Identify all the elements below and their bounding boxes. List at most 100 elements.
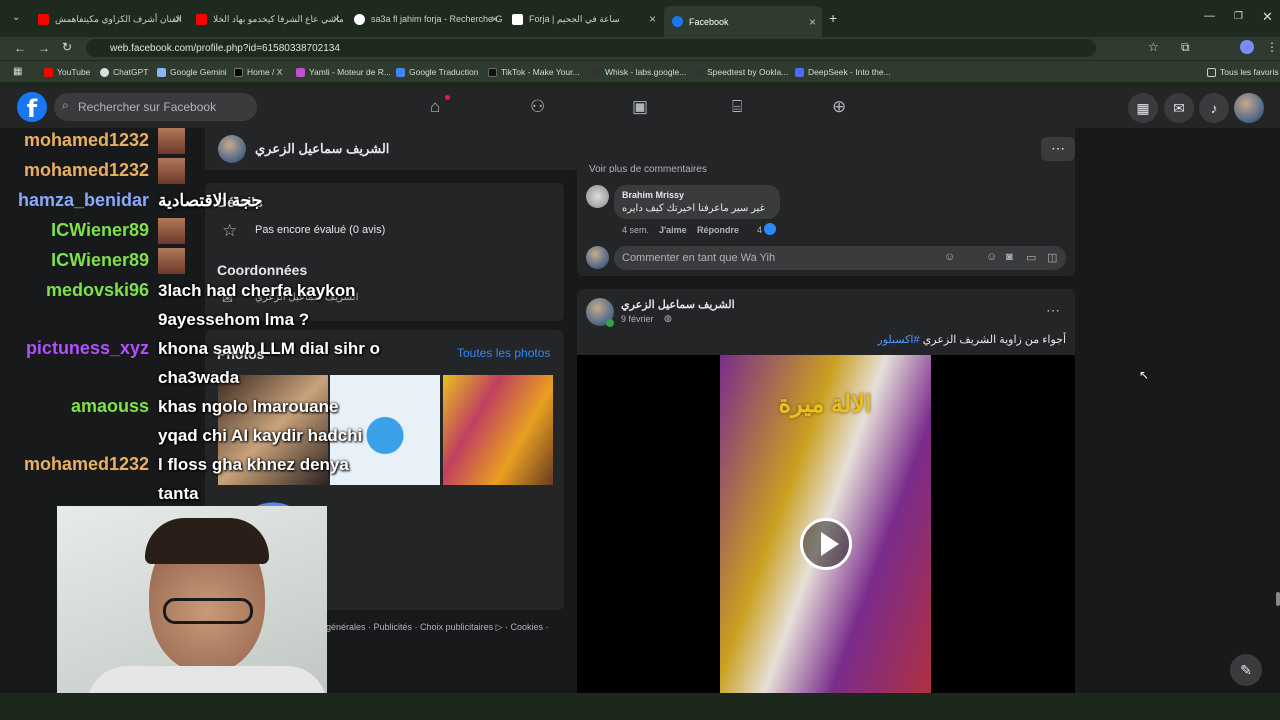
back-icon[interactable]: ← (14, 41, 26, 55)
bookmark-label: TikTok - Make Your... (501, 67, 580, 77)
post-date[interactable]: 9 février (621, 314, 654, 324)
comment-like-button[interactable]: J'aime (659, 225, 687, 235)
webcam-overlay (57, 506, 327, 706)
new-message-button[interactable]: ✎ (1230, 654, 1262, 686)
bookmark-star-icon[interactable]: ☆ (1148, 40, 1159, 54)
youtube-icon (38, 13, 49, 25)
bookmark-traduction[interactable]: Google Traduction (396, 67, 478, 77)
all-photos-link[interactable]: Toutes les photos (457, 346, 550, 360)
chat-message: khas ngolo lmarouane yqad chi AI kaydir … (158, 397, 363, 445)
bookmark-x[interactable]: Home / X (234, 67, 282, 77)
address-bar[interactable]: web.facebook.com/profile.php?id=61580338… (86, 39, 1096, 57)
chat-emote-icon (158, 158, 185, 184)
extensions-icon[interactable]: ⧉ (1181, 40, 1190, 55)
close-icon[interactable]: × (333, 12, 340, 26)
browser-tab-bar: ⌄ الفنان أشرف الكزاوي مكيتفاهمش × ماشي عا… (0, 0, 1280, 37)
close-icon[interactable]: × (491, 12, 498, 26)
gif-icon[interactable]: ▭ (1026, 251, 1036, 264)
facebook-logo-icon[interactable]: f (17, 92, 47, 123)
deepseek-icon (795, 67, 804, 77)
bookmark-label: Home / X (247, 67, 283, 77)
new-tab-icon[interactable]: + (829, 10, 837, 26)
bookmark-youtube[interactable]: YouTube (44, 67, 90, 77)
friends-icon[interactable]: ⚇ (530, 97, 545, 117)
browser-tab-2[interactable]: ماشي عاع الشرفا كيخدمو بهاد الخلا × (188, 8, 346, 30)
bookmark-speedtest[interactable]: Speedtest by Ookla... (694, 67, 788, 77)
minimize-icon[interactable]: — (1204, 10, 1215, 22)
search-icon: ⌕ (62, 98, 69, 112)
avatar-sticker-icon[interactable]: ☺ (944, 251, 955, 263)
close-icon[interactable]: × (649, 12, 656, 26)
screen-bottom-edge (0, 693, 1280, 720)
stream-chat-overlay: mohamed1232 mohamed1232 hamza_benidar ججة ا… (0, 128, 380, 508)
chat-message: l floss gha khnez denya tanta (158, 455, 349, 503)
chat-message: 3lach had cherfa kaykon 9ayessehom lma ? (158, 281, 356, 329)
restore-icon[interactable]: ❐ (1234, 11, 1243, 22)
chat-emote-icon (158, 128, 185, 154)
gaming-icon[interactable]: ⊕ (832, 97, 846, 117)
address-text: web.facebook.com/profile.php?id=61580338… (110, 43, 340, 54)
folder-icon (1207, 67, 1216, 77)
chat-message: khona sawb LLM dial sihr o cha3wada (158, 339, 380, 387)
browser-tab-3[interactable]: sa3a fl jahim forja - Recherche G × (346, 8, 504, 30)
messenger-icon[interactable]: ✉ (1164, 93, 1194, 123)
bookmark-yamli[interactable]: Yamli - Moteur de R... (296, 67, 391, 77)
tab-title: الفنان أشرف الكزاوي مكيتفاهمش (55, 13, 182, 24)
browser-tab-5[interactable]: Facebook × (664, 6, 822, 37)
menu-grid-icon[interactable]: ▦ (1128, 93, 1158, 123)
youtube-icon (44, 67, 53, 77)
window-close-icon[interactable]: ✕ (1262, 9, 1273, 25)
photo-thumbnail[interactable] (443, 375, 553, 485)
post-hashtag[interactable]: #اكسبلور (877, 334, 919, 346)
play-button-icon[interactable] (800, 518, 852, 570)
browser-tab-4[interactable]: Forja | ساعة في الجحيم × (504, 8, 662, 30)
video-caption: الالة ميرة (778, 391, 872, 418)
marketplace-icon[interactable]: ⌸ (732, 97, 742, 117)
bookmark-whisk[interactable]: Whisk - labs.google... (592, 67, 686, 77)
bookmark-label: Google Gemini (170, 67, 227, 77)
close-icon[interactable]: × (175, 12, 182, 26)
tiktok-icon (488, 67, 497, 77)
profile-more-button[interactable]: ⋯ (1041, 137, 1075, 161)
browser-tab-1[interactable]: الفنان أشرف الكزاوي مكيتفاهمش × (30, 8, 188, 30)
chat-username: amaouss (70, 396, 149, 416)
chat-username: ICWiener89 (51, 220, 149, 240)
profile-icon[interactable] (1240, 40, 1254, 54)
reaction-count: 4 (757, 225, 763, 235)
bookmark-label: ChatGPT (113, 67, 149, 77)
account-avatar[interactable] (1234, 93, 1264, 123)
bookmark-gemini[interactable]: Google Gemini (157, 67, 227, 77)
facebook-search-input[interactable]: ⌕ Rechercher sur Facebook (54, 93, 257, 121)
commenter-avatar[interactable] (586, 185, 609, 208)
whisk-icon (592, 67, 601, 77)
scrollbar-thumb[interactable] (1276, 592, 1280, 606)
apps-icon[interactable]: ▦ (13, 66, 22, 77)
footer-links[interactable]: générales · Publicités · Choix publicita… (326, 622, 549, 633)
notifications-icon[interactable]: ♪ (1199, 93, 1229, 123)
bookmark-tiktok[interactable]: TikTok - Make Your... (488, 67, 580, 77)
chat-username: mohamed1232 (23, 454, 149, 474)
bookmark-chatgpt[interactable]: ChatGPT (100, 67, 148, 77)
glasses-icon (163, 598, 253, 624)
forward-icon[interactable]: → (38, 41, 50, 55)
close-icon[interactable]: × (809, 15, 816, 29)
search-placeholder: Rechercher sur Facebook (78, 100, 217, 114)
video-icon[interactable]: ▣ (632, 97, 648, 117)
home-icon[interactable]: ⌂ (430, 97, 440, 117)
post-more-icon[interactable]: ⋯ (1046, 302, 1060, 319)
more-comments-link[interactable]: Voir plus de commentaires (589, 164, 707, 173)
post-author[interactable]: الشريف سماعيل الزعري (621, 298, 735, 311)
bookmark-deepseek[interactable]: DeepSeek - Into the... (795, 67, 891, 77)
menu-icon[interactable]: ⋮ (1266, 40, 1278, 54)
online-indicator (606, 319, 614, 327)
camera-icon[interactable]: ◙ (1006, 251, 1013, 263)
comment-reply-button[interactable]: Répondre (697, 225, 739, 235)
comment-age: 4 sem. (622, 225, 650, 235)
emoji-icon[interactable]: ☺ (986, 251, 997, 263)
comment-author[interactable]: Brahim Mrissy (622, 190, 684, 200)
bookmark-all-folder[interactable]: Tous les favoris (1207, 67, 1279, 77)
chat-username: hamza_benidar (17, 190, 149, 210)
reload-icon[interactable]: ↻ (62, 40, 72, 54)
tab-search-icon[interactable]: ⌄ (12, 12, 20, 23)
sticker-icon[interactable]: ◫ (1047, 251, 1057, 264)
